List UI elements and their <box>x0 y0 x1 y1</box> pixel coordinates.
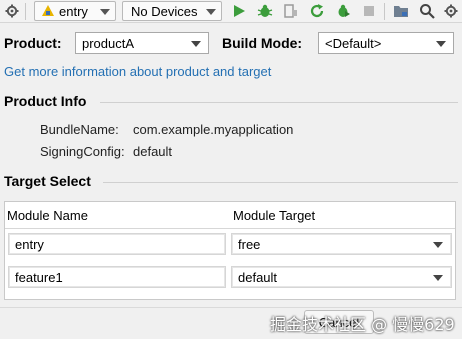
build-mode-combo[interactable]: <Default> <box>318 32 454 54</box>
profile-bug-icon[interactable] <box>334 2 352 20</box>
column-header-module-name: Module Name <box>7 208 88 223</box>
module-target-value: free <box>238 236 261 252</box>
module-icon <box>41 4 55 21</box>
more-info-link[interactable]: Get more information about product and t… <box>4 64 271 79</box>
bundle-name-label: BundleName: <box>40 122 119 137</box>
build-mode-label: Build Mode: <box>222 35 303 51</box>
debug-bug-icon[interactable] <box>256 2 274 20</box>
column-header-module-target: Module Target <box>233 208 316 223</box>
bundle-name-value: com.example.myapplication <box>133 122 294 137</box>
stop-icon[interactable] <box>360 2 378 20</box>
chevron-down-icon <box>433 242 443 248</box>
chevron-down-icon <box>206 9 216 15</box>
module-name-cell: entry <box>8 233 226 255</box>
signing-config-value: default <box>133 144 173 159</box>
product-combo[interactable]: productA <box>75 32 209 54</box>
module-target-value: default <box>238 269 278 285</box>
build-mode-combo-value: <Default> <box>325 35 382 51</box>
settings-icon[interactable] <box>442 2 460 20</box>
chevron-down-icon <box>433 275 443 281</box>
header-divider <box>5 228 455 229</box>
footer-divider <box>0 307 462 308</box>
product-info-title: Product Info <box>4 93 87 109</box>
chevron-down-icon <box>191 41 201 47</box>
project-structure-icon[interactable] <box>392 2 410 20</box>
module-name-value: entry <box>15 236 44 252</box>
main-toolbar: entry No Devices <box>0 0 462 23</box>
chevron-down-icon <box>100 9 110 15</box>
device-combo-value: No Devices <box>131 4 198 19</box>
run-icon[interactable] <box>230 2 248 20</box>
module-combo[interactable]: entry <box>34 1 116 21</box>
signing-config-label: SigningConfig: <box>40 144 125 159</box>
search-icon[interactable] <box>418 2 436 20</box>
module-name-cell: feature1 <box>8 266 226 288</box>
module-name-value: feature1 <box>15 269 63 285</box>
refresh-icon[interactable] <box>308 2 326 20</box>
toolbar-separator <box>25 3 26 20</box>
gear-icon[interactable] <box>3 2 21 20</box>
section-divider <box>103 182 458 183</box>
product-combo-value: productA <box>82 35 135 51</box>
watermark-text: 掘金技术社区 @ 慢慢629 <box>270 315 455 334</box>
toolbar-separator <box>384 3 385 20</box>
module-target-combo[interactable]: free <box>231 233 452 255</box>
device-combo[interactable]: No Devices <box>122 1 222 21</box>
target-table: Module Name Module Target entry free fea… <box>4 201 456 300</box>
module-target-combo[interactable]: default <box>231 266 452 288</box>
target-select-title: Target Select <box>4 173 91 189</box>
attach-debugger-icon[interactable] <box>282 2 300 20</box>
chevron-down-icon <box>436 41 446 47</box>
module-combo-value: entry <box>59 4 88 19</box>
section-divider <box>100 102 458 103</box>
product-label: Product: <box>4 35 62 51</box>
